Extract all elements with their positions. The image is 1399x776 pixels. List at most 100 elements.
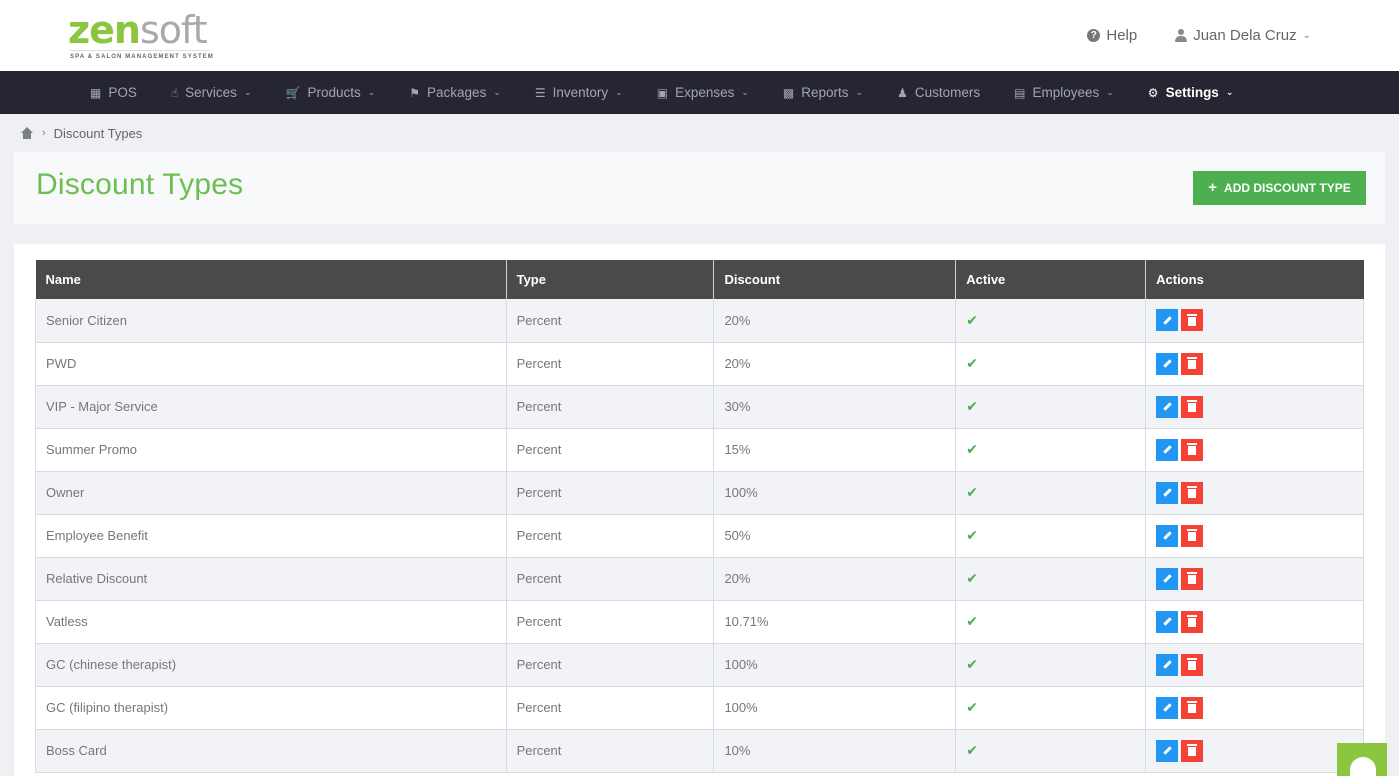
nav-item-products[interactable]: 🛒 Products ⌄ bbox=[285, 85, 375, 100]
delete-button[interactable] bbox=[1181, 309, 1204, 332]
help-link[interactable]: ? Help bbox=[1087, 27, 1137, 44]
delete-button[interactable] bbox=[1181, 696, 1204, 719]
cell-active: ✔ bbox=[955, 471, 1147, 515]
check-icon: ✔ bbox=[966, 527, 978, 543]
delete-button[interactable] bbox=[1181, 524, 1204, 547]
breadcrumb: › Discount Types bbox=[20, 124, 142, 142]
home-icon[interactable] bbox=[20, 127, 34, 139]
chevron-down-icon: ⌄ bbox=[615, 87, 623, 97]
cell-actions bbox=[1145, 342, 1364, 386]
edit-button[interactable] bbox=[1156, 567, 1179, 590]
chevron-down-icon: ⌄ bbox=[1106, 87, 1114, 97]
row-actions bbox=[1156, 309, 1204, 332]
page-title: Discount Types bbox=[36, 168, 244, 201]
gear-icon: ⚙ bbox=[1147, 85, 1159, 100]
edit-button[interactable] bbox=[1156, 481, 1179, 504]
cell-actions bbox=[1145, 428, 1364, 472]
edit-button[interactable] bbox=[1156, 395, 1179, 418]
nav-item-inventory[interactable]: ☰ Inventory ⌄ bbox=[535, 85, 623, 100]
cell-type: Percent bbox=[506, 514, 715, 558]
pencil-icon bbox=[1162, 531, 1172, 540]
edit-button[interactable] bbox=[1156, 352, 1179, 375]
row-actions bbox=[1156, 653, 1204, 676]
user-menu[interactable]: Juan Dela Cruz ⌄ bbox=[1175, 27, 1311, 44]
logo-divider bbox=[70, 50, 210, 51]
row-actions bbox=[1156, 739, 1204, 762]
trash-icon bbox=[1187, 744, 1198, 756]
delete-button[interactable] bbox=[1181, 610, 1204, 633]
logo-tagline: SPA & SALON MANAGEMENT SYSTEM bbox=[70, 54, 214, 60]
cell-name: Summer Promo bbox=[35, 428, 507, 472]
table-header-row: Name Type Discount Active Actions bbox=[35, 260, 1364, 299]
edit-button[interactable] bbox=[1156, 438, 1179, 461]
nav-item-settings[interactable]: ⚙ Settings ⌄ bbox=[1148, 85, 1234, 100]
check-icon: ✔ bbox=[966, 613, 978, 629]
pencil-icon bbox=[1162, 445, 1172, 454]
nav-item-packages[interactable]: ⚑ Packages ⌄ bbox=[409, 85, 501, 100]
users-icon: ♟ bbox=[897, 85, 908, 100]
cell-discount: 10.71% bbox=[713, 600, 957, 644]
cart-icon: 🛒 bbox=[285, 85, 301, 100]
cell-active: ✔ bbox=[955, 686, 1147, 730]
col-header-actions: Actions bbox=[1145, 260, 1364, 299]
cell-active: ✔ bbox=[955, 729, 1147, 773]
nav-item-label: Employees bbox=[1032, 85, 1100, 100]
delete-button[interactable] bbox=[1181, 739, 1204, 762]
cell-active: ✔ bbox=[955, 299, 1147, 343]
pencil-icon bbox=[1162, 746, 1172, 755]
logo-wordmark: zensoft bbox=[68, 10, 208, 50]
edit-button[interactable] bbox=[1156, 309, 1179, 332]
cell-name: Senior Citizen bbox=[35, 299, 507, 343]
chevron-down-icon: ⌄ bbox=[855, 87, 864, 97]
delete-button[interactable] bbox=[1181, 653, 1204, 676]
add-button-label: ADD DISCOUNT TYPE bbox=[1224, 181, 1351, 195]
check-icon: ✔ bbox=[966, 656, 978, 672]
trash-icon bbox=[1187, 486, 1198, 498]
nav-item-pos[interactable]: ▦ POS bbox=[90, 85, 137, 100]
pencil-icon bbox=[1162, 574, 1172, 583]
trash-icon bbox=[1187, 701, 1198, 713]
cell-actions bbox=[1145, 557, 1364, 601]
edit-button[interactable] bbox=[1156, 610, 1179, 633]
header-actions: ? Help Juan Dela Cruz ⌄ bbox=[1087, 0, 1311, 71]
edit-button[interactable] bbox=[1156, 739, 1179, 762]
nav-item-customers[interactable]: ♟ Customers bbox=[897, 85, 980, 100]
nav-item-label: Packages bbox=[427, 85, 487, 100]
row-actions bbox=[1156, 524, 1204, 547]
check-icon: ✔ bbox=[966, 398, 978, 414]
delete-button[interactable] bbox=[1181, 481, 1204, 504]
delete-button[interactable] bbox=[1181, 395, 1204, 418]
hand-icon: ☝ bbox=[170, 85, 179, 100]
cell-type: Percent bbox=[506, 342, 715, 386]
cell-name: GC (filipino therapist) bbox=[35, 686, 507, 730]
page-header-panel: Discount Types + ADD DISCOUNT TYPE bbox=[14, 152, 1385, 224]
nav-item-employees[interactable]: ▤ Employees ⌄ bbox=[1014, 85, 1114, 100]
nav-item-services[interactable]: ☝ Services ⌄ bbox=[171, 85, 252, 100]
delete-button[interactable] bbox=[1181, 438, 1204, 461]
cell-actions bbox=[1145, 729, 1364, 773]
trash-icon bbox=[1187, 313, 1198, 326]
cell-actions bbox=[1145, 514, 1364, 558]
zensoft-logo[interactable]: zensoft SPA & SALON MANAGEMENT SYSTEM bbox=[68, 10, 218, 62]
delete-button[interactable] bbox=[1181, 352, 1204, 375]
add-discount-type-button[interactable]: + ADD DISCOUNT TYPE bbox=[1193, 171, 1366, 205]
edit-button[interactable] bbox=[1156, 653, 1179, 676]
edit-button[interactable] bbox=[1156, 524, 1179, 547]
check-icon: ✔ bbox=[966, 441, 978, 457]
delete-button[interactable] bbox=[1181, 567, 1204, 590]
cell-name: Owner bbox=[35, 471, 507, 515]
chat-widget-button[interactable] bbox=[1337, 743, 1387, 776]
nav-item-label: Services bbox=[185, 85, 237, 100]
chevron-down-icon: ⌄ bbox=[243, 87, 252, 97]
list-icon: ☰ bbox=[534, 85, 546, 100]
plus-icon: + bbox=[1208, 179, 1218, 196]
table-row: Vatless Percent 10.71% ✔ bbox=[35, 600, 1364, 644]
col-header-name: Name bbox=[35, 260, 507, 299]
breadcrumb-current: Discount Types bbox=[53, 125, 143, 141]
nav-item-reports[interactable]: ▩ Reports ⌄ bbox=[783, 85, 863, 100]
edit-button[interactable] bbox=[1156, 696, 1179, 719]
cell-name: Vatless bbox=[35, 600, 507, 644]
cell-discount: 20% bbox=[713, 342, 957, 386]
nav-item-expenses[interactable]: ▣ Expenses ⌄ bbox=[657, 85, 749, 100]
pencil-icon bbox=[1162, 488, 1172, 497]
